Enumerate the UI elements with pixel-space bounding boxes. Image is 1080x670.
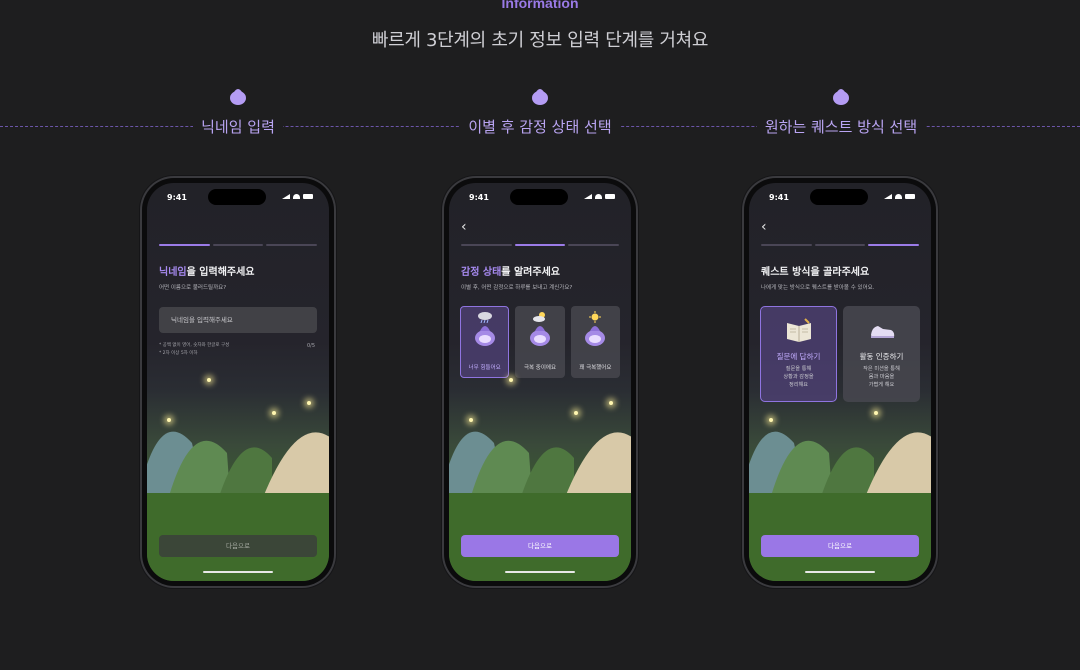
status-icons: [884, 194, 915, 199]
mascot-icon: [833, 89, 849, 105]
dynamic-island: [810, 189, 868, 205]
mascot-icon: [532, 89, 548, 105]
hint-text: * 2자 이상 5자 이하: [159, 351, 198, 356]
section-subtitle: 빠르게 3단계의 초기 정보 입력 단계를 거쳐요: [371, 30, 709, 51]
screen-title: 닉네임을 입력해주세요: [159, 263, 255, 278]
dynamic-island: [208, 189, 266, 205]
step-label: 닉네임 입력: [193, 116, 283, 137]
phone-nickname-screen: 9:41 닉네임을 입력해주세요 어떤 이름으로 불러드릴까요? 닉네임을 입력…: [142, 178, 334, 586]
mascot-icon: [585, 326, 606, 346]
screen-title: 퀘스트 방식을 골라주세요: [761, 267, 870, 278]
mascot-icon: [474, 326, 495, 346]
title-rest: 을 입력해주세요: [186, 267, 255, 278]
nickname-input[interactable]: 닉네임을 입력해주세요: [159, 307, 317, 333]
quest-card-title: 질문에 답하기: [776, 352, 821, 361]
firefly: [574, 411, 578, 415]
signal-icon: [584, 194, 592, 199]
emotion-card-label: 꽤 극복했어요: [579, 365, 612, 371]
progress-segment: [814, 244, 866, 246]
section-kicker: Information: [501, 0, 579, 11]
next-button[interactable]: 다음으로: [461, 535, 619, 557]
back-chevron-icon[interactable]: ‹: [761, 219, 767, 235]
firefly: [509, 378, 513, 382]
firefly: [769, 418, 773, 422]
emotion-card-label: 너무 힘들어요: [468, 365, 501, 371]
home-indicator: [203, 571, 273, 573]
progress-segment: [461, 244, 512, 246]
firefly: [874, 411, 878, 415]
progress-segment: [568, 244, 620, 246]
step-label: 원하는 퀘스트 방식 선택: [756, 116, 926, 137]
firefly: [207, 378, 211, 382]
status-icons: [282, 194, 313, 199]
progress-bar: [461, 244, 620, 246]
progress-segment: [266, 244, 318, 246]
title-rest: 를 알려주세요: [501, 267, 560, 278]
title-highlight: 닉네임: [159, 267, 187, 278]
screen-subtitle: 이별 후, 어떤 감정으로 하루를 보내고 계신가요?: [461, 285, 573, 291]
back-chevron-icon[interactable]: ‹: [461, 219, 467, 235]
screen-subtitle: 나에게 맞는 방식으로 퀘스트를 받아볼 수 있어요.: [761, 285, 875, 291]
firefly: [609, 401, 613, 405]
battery-icon: [905, 194, 915, 199]
wifi-icon: [293, 194, 300, 199]
signal-icon: [282, 194, 290, 199]
battery-icon: [605, 194, 615, 199]
firefly: [272, 411, 276, 415]
progress-segment: [868, 244, 920, 246]
phone-quest-screen: 9:41 ‹ 퀘스트 방식을 골라주세요 나에게 맞는 방식으로 퀘스트를 받아…: [744, 178, 936, 586]
title-highlight: 감정 상태: [461, 267, 502, 278]
emotion-card-very-hard[interactable]: 너무 힘들어요: [460, 306, 510, 378]
char-counter: 0/5: [306, 343, 315, 349]
status-time: 9:41: [167, 193, 187, 202]
quest-card-title: 활동 인증하기: [859, 352, 904, 361]
emotion-card-recovering[interactable]: 극복 중이에요: [515, 306, 565, 378]
emotion-card-label: 극복 중이에요: [523, 365, 557, 371]
step-label: 이별 후 감정 상태 선택: [460, 116, 620, 137]
sneaker-icon: [870, 326, 894, 338]
next-button[interactable]: 다음으로: [159, 535, 317, 557]
wifi-icon: [595, 194, 602, 199]
step-quest-type: 원하는 퀘스트 방식 선택: [691, 86, 991, 137]
next-button[interactable]: 다음으로: [761, 535, 919, 557]
progress-bar: [761, 244, 920, 246]
progress-segment: [514, 244, 566, 246]
emotion-card-list: 너무 힘들어요 극복 중이에요 꽤 극복했어요: [460, 306, 620, 378]
signal-icon: [884, 194, 892, 199]
firefly: [307, 401, 311, 405]
status-time: 9:41: [769, 193, 789, 202]
home-indicator: [805, 571, 875, 573]
mascot-icon: [529, 326, 550, 346]
wifi-icon: [895, 194, 902, 199]
screen-subtitle: 어떤 이름으로 불러드릴까요?: [159, 285, 227, 291]
battery-icon: [303, 194, 313, 199]
status-icons: [584, 194, 615, 199]
progress-segment: [159, 244, 210, 246]
home-indicator: [505, 571, 575, 573]
screen-title: 감정 상태를 알려주세요: [461, 263, 560, 278]
step-emotion: 이별 후 감정 상태 선택: [390, 86, 690, 137]
progress-segment: [212, 244, 264, 246]
progress-bar: [159, 244, 318, 246]
progress-segment: [761, 244, 812, 246]
step-nickname: 닉네임 입력: [88, 86, 388, 137]
mascot-icon: [230, 89, 246, 105]
hint-text: * 공백 없이 영어, 숫자와 한글로 구성: [159, 343, 230, 348]
emotion-card-mostly-recovered[interactable]: 꽤 극복했어요: [570, 306, 620, 378]
dynamic-island: [510, 189, 568, 205]
book-icon: [786, 318, 811, 342]
status-time: 9:41: [469, 193, 489, 202]
firefly: [167, 418, 171, 422]
phone-emotion-screen: 9:41 ‹ 감정 상태를 알려주세요 이별 후, 어떤 감정으로 하루를 보내…: [444, 178, 636, 586]
firefly: [469, 418, 473, 422]
